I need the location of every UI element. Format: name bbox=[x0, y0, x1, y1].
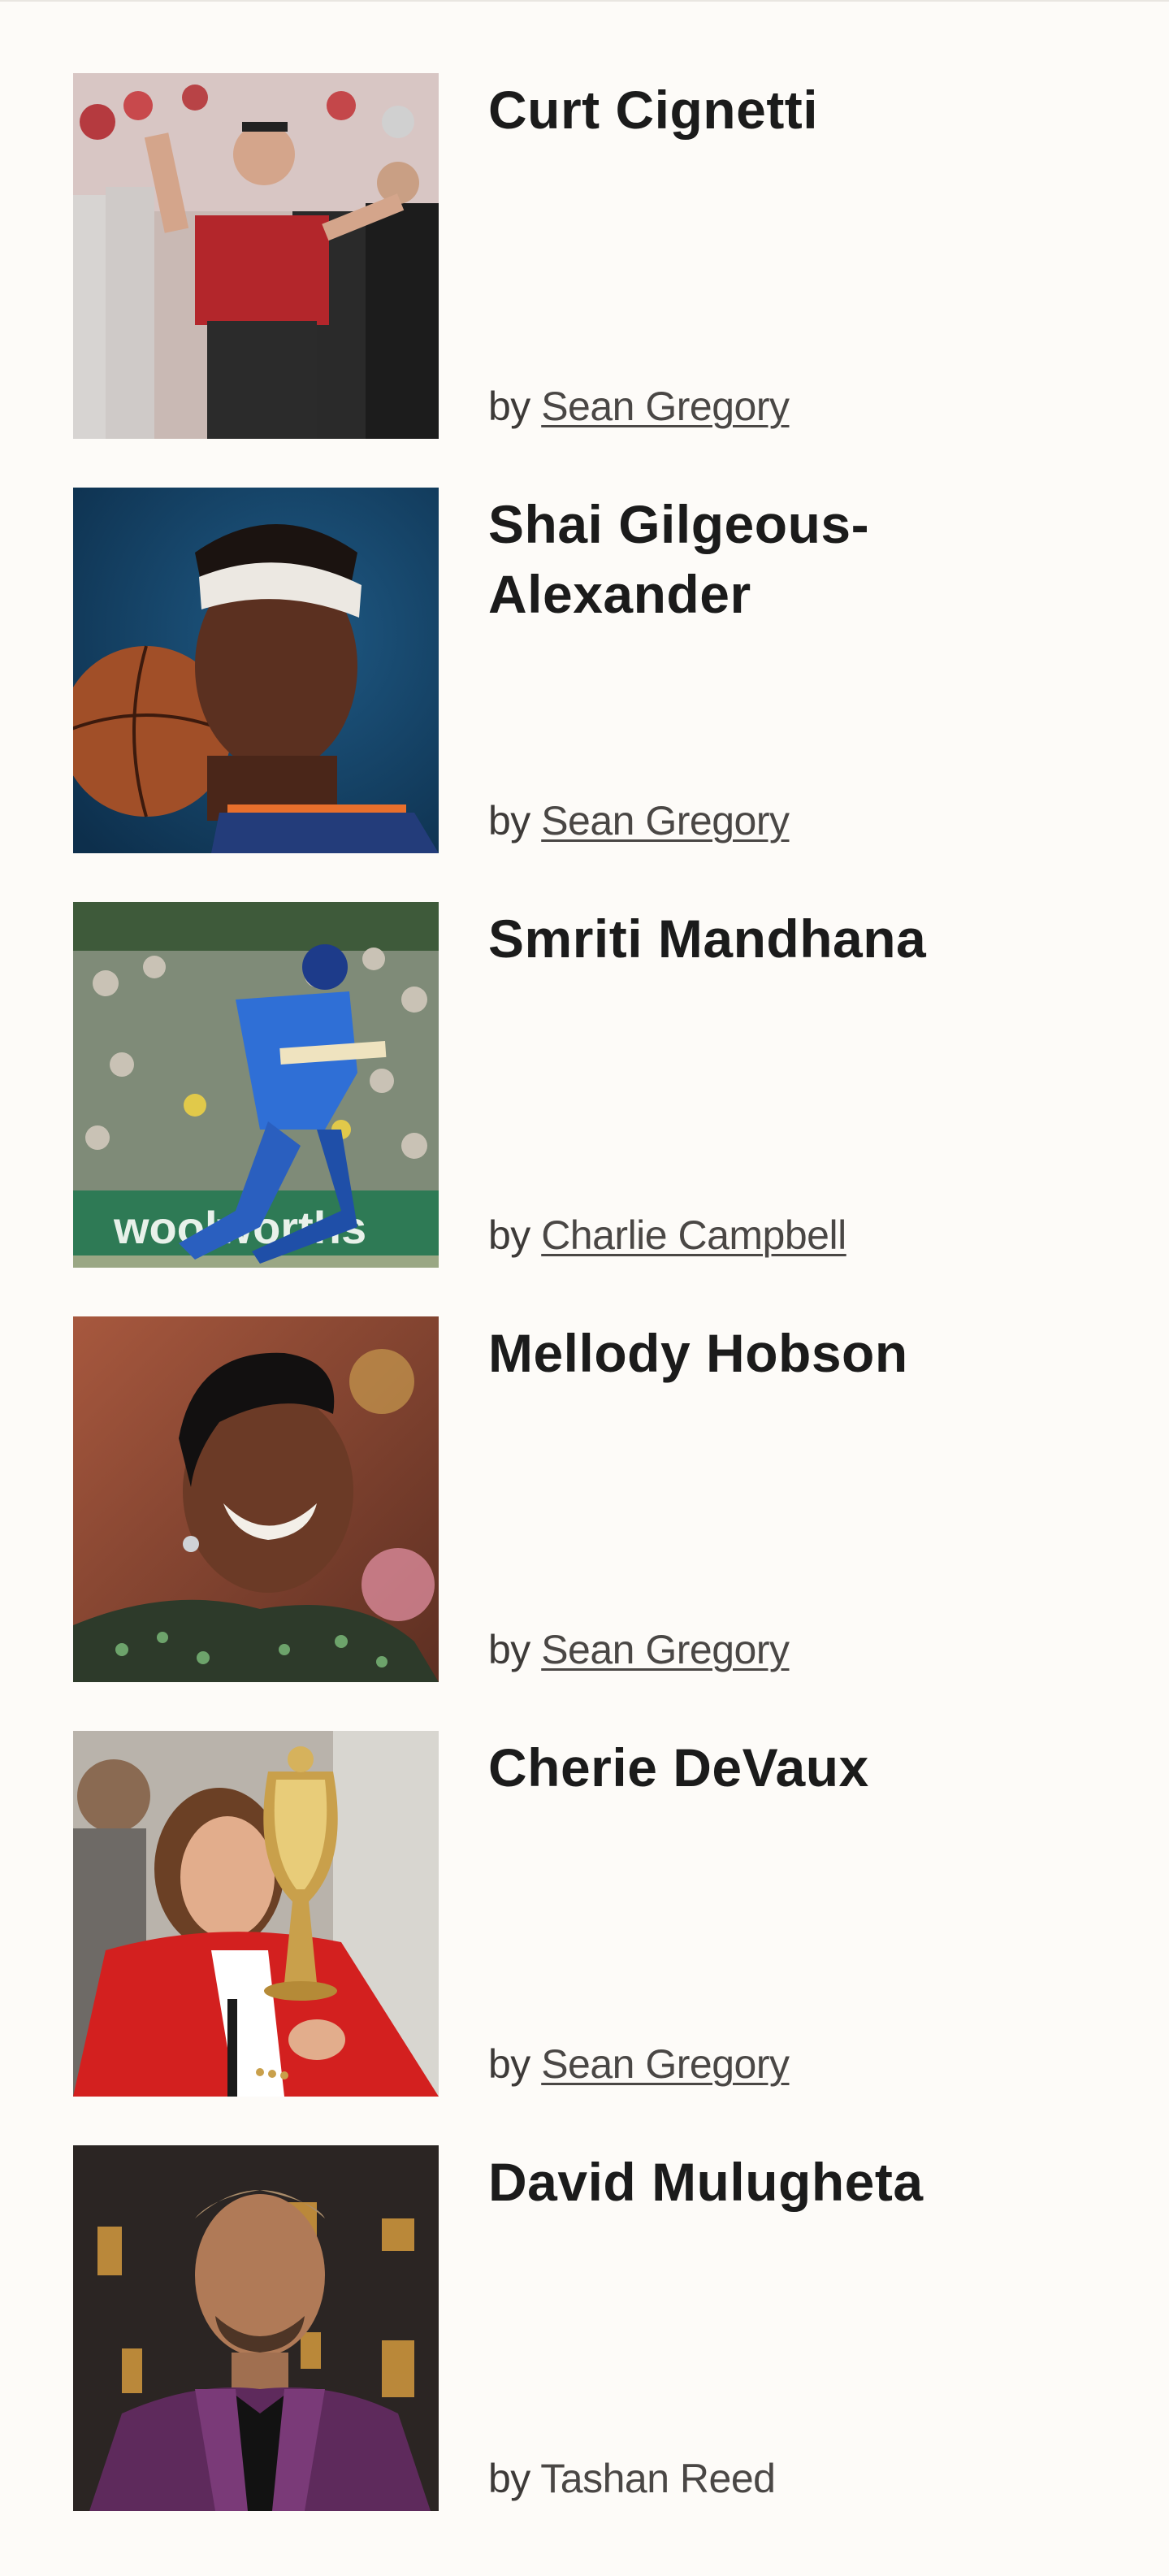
byline: by Sean Gregory bbox=[488, 1625, 790, 1674]
article-thumbnail-cricket[interactable]: woolworths bbox=[73, 902, 439, 1268]
byline-prefix: by bbox=[488, 2456, 541, 2501]
article-title[interactable]: Shai Gilgeous-Alexander bbox=[488, 489, 1073, 629]
byline: by Sean Gregory bbox=[488, 2040, 790, 2088]
article-item: Curt Cignetti by Sean Gregory bbox=[73, 73, 1129, 439]
article-title[interactable]: Curt Cignetti bbox=[488, 75, 1073, 145]
article-item: David Mulugheta by Tashan Reed bbox=[73, 2145, 1129, 2511]
author-link[interactable]: Sean Gregory bbox=[541, 798, 790, 843]
byline: by Tashan Reed bbox=[488, 2454, 776, 2503]
article-item: woolworths Smriti Mandhana by Charlie Ca… bbox=[73, 902, 1129, 1268]
article-item: Shai Gilgeous-Alexander by Sean Gregory bbox=[73, 488, 1129, 853]
article-title[interactable]: David Mulugheta bbox=[488, 2147, 1073, 2217]
author-link[interactable]: Sean Gregory bbox=[541, 1627, 790, 1672]
byline: by Charlie Campbell bbox=[488, 1211, 846, 1260]
author-link[interactable]: Charlie Campbell bbox=[541, 1212, 846, 1258]
basketball-player-photo-icon bbox=[73, 488, 439, 853]
byline: by Sean Gregory bbox=[488, 382, 790, 431]
article-title[interactable]: Mellody Hobson bbox=[488, 1318, 1073, 1388]
article-title[interactable]: Smriti Mandhana bbox=[488, 904, 1073, 974]
byline-prefix: by bbox=[488, 2041, 542, 2087]
article-list: Curt Cignetti by Sean Gregory Shai Gilge… bbox=[73, 73, 1129, 2560]
author-link[interactable]: Sean Gregory bbox=[541, 384, 790, 429]
article-item: Cherie DeVaux by Sean Gregory bbox=[73, 1731, 1129, 2097]
author-link[interactable]: Sean Gregory bbox=[541, 2041, 790, 2087]
article-thumbnail-man-suit[interactable] bbox=[73, 2145, 439, 2511]
article-thumbnail-portrait-woman[interactable] bbox=[73, 1316, 439, 1682]
top-divider bbox=[0, 0, 1169, 2]
article-item: Mellody Hobson by Sean Gregory bbox=[73, 1316, 1129, 1682]
man-purple-suit-photo-icon bbox=[73, 2145, 439, 2511]
article-thumbnail-trophy[interactable] bbox=[73, 1731, 439, 2097]
author-name: Tashan Reed bbox=[540, 2456, 776, 2501]
byline-prefix: by bbox=[488, 384, 542, 429]
byline: by Sean Gregory bbox=[488, 796, 790, 845]
smiling-woman-photo-icon bbox=[73, 1316, 439, 1682]
article-thumbnail-basketball[interactable] bbox=[73, 488, 439, 853]
coach-photo-icon bbox=[73, 73, 439, 439]
trophy-kiss-photo-icon bbox=[73, 1731, 439, 2097]
byline-prefix: by bbox=[488, 798, 542, 843]
cricket-batter-photo-icon: woolworths bbox=[73, 902, 439, 1268]
byline-prefix: by bbox=[488, 1627, 542, 1672]
article-title[interactable]: Cherie DeVaux bbox=[488, 1733, 1073, 1802]
article-thumbnail-coach[interactable] bbox=[73, 73, 439, 439]
byline-prefix: by bbox=[488, 1212, 542, 1258]
